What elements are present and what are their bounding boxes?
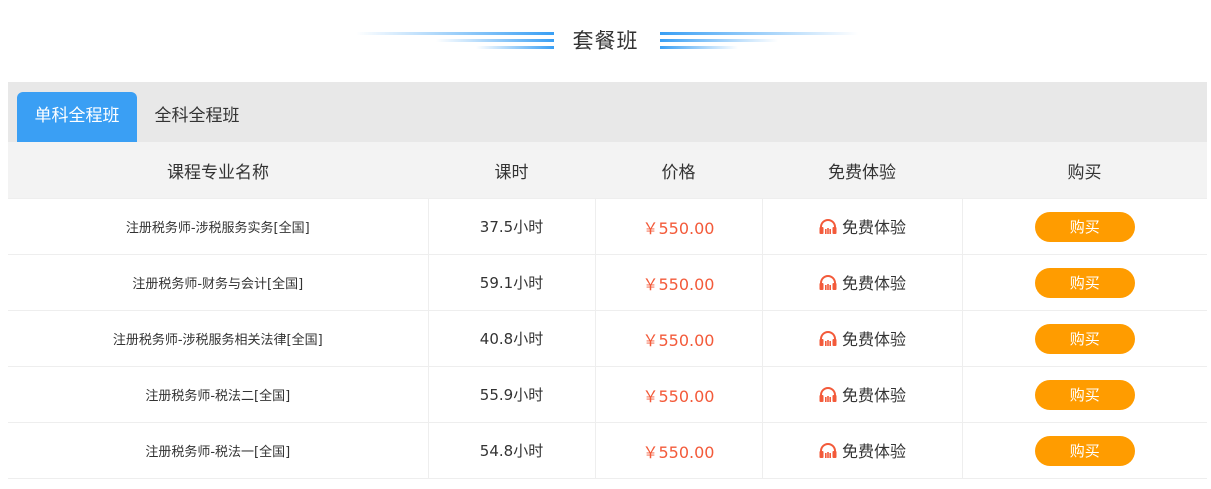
course-name: 注册税务师-涉税服务相关法律[全国] bbox=[8, 310, 429, 367]
course-price: ￥550.00 bbox=[595, 366, 763, 423]
headphones-icon bbox=[819, 387, 837, 402]
trial-cell: 免费体验 bbox=[762, 422, 963, 479]
header-buy: 购买 bbox=[962, 142, 1207, 199]
trial-cell: 免费体验 bbox=[762, 198, 963, 255]
free-trial-label: 免费体验 bbox=[841, 442, 906, 461]
course-price: ￥550.00 bbox=[595, 422, 763, 479]
header-free-trial: 免费体验 bbox=[762, 142, 962, 199]
course-hours: 40.8小时 bbox=[428, 310, 596, 367]
buy-cell: 购买 bbox=[962, 254, 1207, 311]
free-trial-link[interactable]: 免费体验 bbox=[818, 270, 906, 294]
title-right-decoration bbox=[660, 32, 858, 49]
section-title: 套餐班 bbox=[572, 29, 639, 53]
course-name: 注册税务师-税法一[全国] bbox=[8, 422, 429, 479]
buy-button[interactable]: 购买 bbox=[1034, 379, 1135, 410]
header-price: 价格 bbox=[595, 142, 762, 199]
buy-button[interactable]: 购买 bbox=[1034, 211, 1135, 242]
course-name: 注册税务师-财务与会计[全国] bbox=[8, 254, 429, 311]
free-trial-link[interactable]: 免费体验 bbox=[818, 214, 906, 238]
buy-cell: 购买 bbox=[962, 366, 1207, 423]
course-table: 课程专业名称 课时 价格 免费体验 购买 注册税务师-涉税服务实务[全国] 37… bbox=[8, 142, 1207, 479]
table-row: 注册税务师-涉税服务实务[全国] 37.5小时 ￥550.00 免费体验 购买 bbox=[8, 198, 1207, 255]
course-price: ￥550.00 bbox=[595, 310, 763, 367]
course-hours: 59.1小时 bbox=[428, 254, 596, 311]
course-price: ￥550.00 bbox=[595, 198, 763, 255]
free-trial-label: 免费体验 bbox=[841, 274, 906, 293]
tab-single-subject[interactable]: 单科全程班 bbox=[17, 92, 137, 142]
table-row: 注册税务师-涉税服务相关法律[全国] 40.8小时 ￥550.00 免费体验 购… bbox=[8, 310, 1207, 367]
headphones-icon bbox=[819, 275, 837, 290]
free-trial-link[interactable]: 免费体验 bbox=[818, 438, 906, 462]
headphones-icon bbox=[819, 443, 837, 458]
table-header-row: 课程专业名称 课时 价格 免费体验 购买 bbox=[8, 142, 1207, 199]
free-trial-link[interactable]: 免费体验 bbox=[818, 326, 906, 350]
free-trial-label: 免费体验 bbox=[841, 218, 906, 237]
buy-button[interactable]: 购买 bbox=[1034, 435, 1135, 466]
trial-cell: 免费体验 bbox=[762, 254, 963, 311]
table-row: 注册税务师-税法二[全国] 55.9小时 ￥550.00 免费体验 购买 bbox=[8, 366, 1207, 423]
table-row: 注册税务师-税法一[全国] 54.8小时 ￥550.00 免费体验 购买 bbox=[8, 422, 1207, 479]
buy-cell: 购买 bbox=[962, 310, 1207, 367]
table-row: 注册税务师-财务与会计[全国] 59.1小时 ￥550.00 免费体验 购买 bbox=[8, 254, 1207, 311]
buy-cell: 购买 bbox=[962, 198, 1207, 255]
header-hours: 课时 bbox=[428, 142, 595, 199]
free-trial-label: 免费体验 bbox=[841, 386, 906, 405]
buy-button[interactable]: 购买 bbox=[1034, 323, 1135, 354]
tab-all-subjects[interactable]: 全科全程班 bbox=[137, 92, 257, 142]
trial-cell: 免费体验 bbox=[762, 310, 963, 367]
course-name: 注册税务师-税法二[全国] bbox=[8, 366, 429, 423]
package-class-page: 套餐班 单科全程班 全科全程班 课程专业名称 课时 价格 免费体验 购买 注册税… bbox=[0, 0, 1211, 489]
section-header: 套餐班 bbox=[0, 18, 1211, 62]
header-course-name: 课程专业名称 bbox=[8, 142, 428, 199]
buy-button[interactable]: 购买 bbox=[1034, 267, 1135, 298]
free-trial-label: 免费体验 bbox=[841, 330, 906, 349]
headphones-icon bbox=[819, 331, 837, 346]
headphones-icon bbox=[819, 219, 837, 234]
course-name: 注册税务师-涉税服务实务[全国] bbox=[8, 198, 429, 255]
course-hours: 37.5小时 bbox=[428, 198, 596, 255]
buy-cell: 购买 bbox=[962, 422, 1207, 479]
course-hours: 55.9小时 bbox=[428, 366, 596, 423]
trial-cell: 免费体验 bbox=[762, 366, 963, 423]
course-price: ￥550.00 bbox=[595, 254, 763, 311]
free-trial-link[interactable]: 免费体验 bbox=[818, 382, 906, 406]
course-hours: 54.8小时 bbox=[428, 422, 596, 479]
tab-bar: 单科全程班 全科全程班 bbox=[8, 82, 1207, 142]
